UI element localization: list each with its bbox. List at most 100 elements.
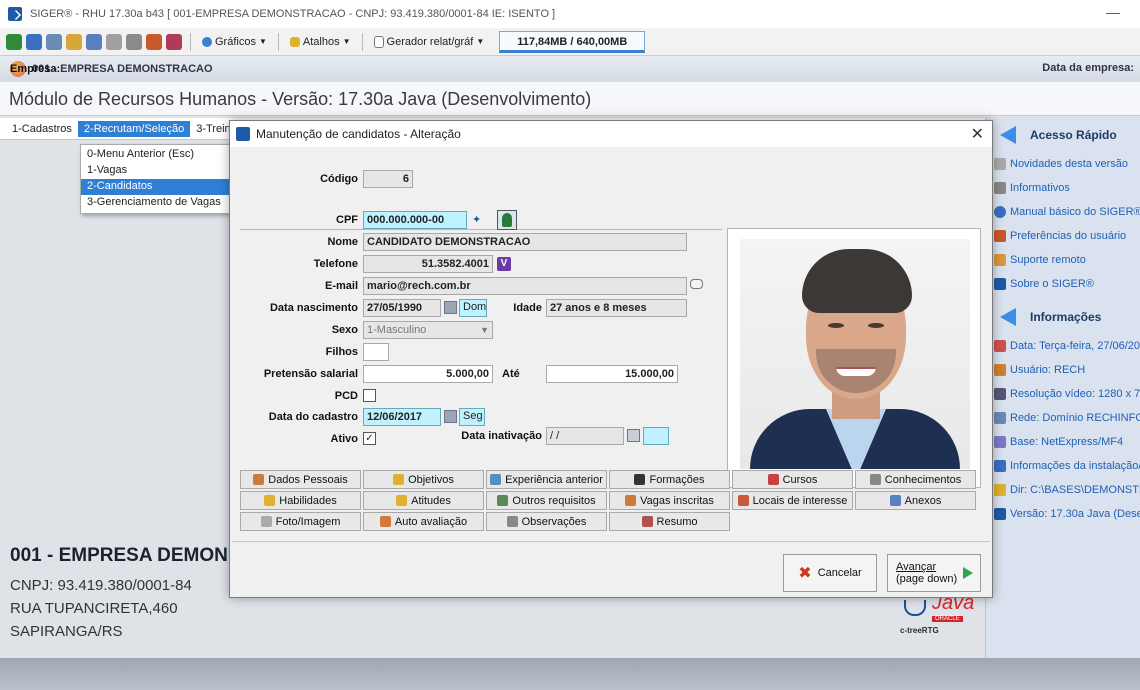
minimize-button[interactable]: — <box>1106 4 1120 20</box>
tab-label: Observações <box>521 515 587 528</box>
next-label: Avançar (page down) <box>896 561 957 585</box>
ativo-checkbox[interactable]: ✓ <box>363 432 376 445</box>
info-item-instalacao[interactable]: Informações da instalação/a <box>986 454 1140 478</box>
calendar-icon[interactable] <box>444 301 457 314</box>
tab-foto-imagem[interactable]: Foto/Imagem <box>240 512 361 531</box>
mail-icon[interactable] <box>106 33 122 50</box>
tab-objetivos[interactable]: Objetivos <box>363 470 484 489</box>
calendar-icon[interactable] <box>627 429 640 442</box>
tab-atitudes[interactable]: Atitudes <box>363 491 484 510</box>
report-icon <box>373 35 384 48</box>
dialog-title: Manutenção de candidatos - Alteração <box>256 127 461 141</box>
next-button[interactable]: Avançar (page down) <box>887 554 981 592</box>
back-icon[interactable] <box>6 33 22 50</box>
sidebar-item-preferencias[interactable]: Preferências do usuário <box>986 224 1140 248</box>
graficos-menu[interactable]: Gráficos ▼ <box>199 36 270 48</box>
codigo-field[interactable]: 6 <box>363 170 413 188</box>
sidebar-item-label: Informativos <box>1010 182 1070 194</box>
whatsapp-icon[interactable]: V <box>497 257 511 271</box>
nome-field[interactable]: CANDIDATO DEMONSTRACAO <box>363 233 687 251</box>
ate-label: Até <box>502 368 520 380</box>
tab-habilidades[interactable]: Habilidades <box>240 491 361 510</box>
gerador-menu[interactable]: Gerador relat/gráf ▼ <box>371 35 488 48</box>
tab-dados-pessoais[interactable]: Dados Pessoais <box>240 470 361 489</box>
help-icon[interactable] <box>166 33 182 50</box>
chevron-down-icon: ▼ <box>342 37 351 46</box>
atalhos-menu[interactable]: Atalhos ▼ <box>287 36 354 48</box>
dialog-button-divider <box>232 541 990 542</box>
paperclip-icon <box>889 495 901 506</box>
info-item-label: Dir: C:\BASES\DEMONSTRA <box>1010 484 1140 496</box>
tab-experiencia[interactable]: Experiência anterior <box>486 470 607 489</box>
send-mail-icon[interactable] <box>690 279 703 289</box>
version-icon <box>994 508 1006 520</box>
sexo-select[interactable]: 1-Masculino ▼ <box>363 321 493 339</box>
dropdown-item-vagas[interactable]: 1-Vagas <box>81 163 229 179</box>
main-toolbar: Gráficos ▼ Atalhos ▼ Gerador relat/gráf ▼ 1… <box>0 28 1140 56</box>
settings-icon[interactable] <box>86 33 102 50</box>
pretensao-de-field[interactable]: 5.000,00 <box>363 365 493 383</box>
telefone-field[interactable]: 51.3582.4001 <box>363 255 493 273</box>
support-icon <box>994 254 1006 266</box>
informacoes-header[interactable]: Informações <box>986 300 1140 334</box>
calendar-icon[interactable] <box>444 410 457 423</box>
folder-icon[interactable] <box>66 33 82 50</box>
tab-resumo[interactable]: Resumo <box>609 512 730 531</box>
pretensao-label: Pretensão salarial <box>263 368 358 380</box>
data-nascimento-field[interactable]: 27/05/1990 <box>363 299 441 317</box>
cpf-field[interactable]: 000.000.000-00 <box>363 211 467 229</box>
collapse-arrow-icon <box>1000 126 1016 144</box>
save-icon[interactable] <box>26 33 42 50</box>
close-icon[interactable]: ✕ <box>971 124 984 144</box>
pcd-label: PCD <box>334 390 358 402</box>
chat-icon[interactable] <box>126 33 142 50</box>
tab-outros-requisitos[interactable]: Outros requisitos <box>486 491 607 510</box>
candidate-dialog: Manutenção de candidatos - Alteração ✕ C… <box>229 120 993 598</box>
sidebar-item-suporte[interactable]: Suporte remoto <box>986 248 1140 272</box>
empresa-label: Empresa: <box>10 63 61 75</box>
sidebar-item-sobre[interactable]: Sobre o SIGER® <box>986 272 1140 296</box>
menu-recrutamento[interactable]: 2-Recrutam/Seleção <box>77 120 191 137</box>
empresa-bar: Empresa: 001 - EMPRESA DEMONSTRACAO Data… <box>0 56 1140 82</box>
photo-eye <box>828 323 844 328</box>
candidate-lookup-button[interactable] <box>497 210 517 230</box>
tab-label: Formações <box>649 473 705 486</box>
network-icon[interactable] <box>46 33 62 50</box>
toolbar-separator <box>277 32 279 51</box>
sidebar-item-informativos[interactable]: Informativos <box>986 176 1140 200</box>
dropdown-item-menu-anterior[interactable]: 0-Menu Anterior (Esc) <box>81 147 229 163</box>
data-inativacao-field[interactable]: / / <box>546 427 624 445</box>
tab-vagas-inscritas[interactable]: Vagas inscritas <box>609 491 730 510</box>
dia-inativacao <box>643 427 669 445</box>
users-icon[interactable] <box>146 33 162 50</box>
app-icon <box>8 7 22 21</box>
pcd-checkbox[interactable] <box>363 389 376 402</box>
sidebar-item-novidades[interactable]: Novidades desta versão <box>986 152 1140 176</box>
memory-indicator: 117,84MB / 640,00MB <box>499 30 646 53</box>
data-cadastro-field[interactable]: 12/06/2017 <box>363 408 441 426</box>
email-field[interactable]: mario@rech.com.br <box>363 277 687 295</box>
dropdown-item-candidatos[interactable]: 2-Candidatos <box>81 179 229 195</box>
tab-observacoes[interactable]: Observações <box>486 512 607 531</box>
tab-anexos[interactable]: Anexos <box>855 491 976 510</box>
tab-locais-interesse[interactable]: Locais de interesse <box>732 491 853 510</box>
tab-formacoes[interactable]: Formações <box>609 470 730 489</box>
about-icon <box>994 278 1006 290</box>
filhos-field[interactable] <box>363 343 389 361</box>
sidebar-item-label: Sobre o SIGER® <box>1010 278 1094 290</box>
menu-cadastros[interactable]: 1-Cadastros <box>6 121 78 137</box>
java-logo: Java ORACLE c-treeRTG <box>898 592 974 635</box>
tab-cursos[interactable]: Cursos <box>732 470 853 489</box>
settings-icon <box>994 460 1006 472</box>
briefcase-icon <box>490 474 502 485</box>
acesso-rapido-header[interactable]: Acesso Rápido <box>986 118 1140 152</box>
pretensao-ate-field[interactable]: 15.000,00 <box>546 365 678 383</box>
cancel-button[interactable]: ✖ Cancelar <box>783 554 877 592</box>
cpf-search-icon[interactable]: ✦ <box>472 213 481 226</box>
tab-auto-avaliacao[interactable]: Auto avaliação <box>363 512 484 531</box>
tab-conhecimentos[interactable]: Conhecimentos <box>855 470 976 489</box>
dropdown-item-gerenciamento[interactable]: 3-Gerenciamento de Vagas <box>81 195 229 211</box>
network-icon <box>994 412 1006 424</box>
sidebar-item-manual[interactable]: Manual básico do SIGER® <box>986 200 1140 224</box>
sidebar-item-label: Suporte remoto <box>1010 254 1086 266</box>
